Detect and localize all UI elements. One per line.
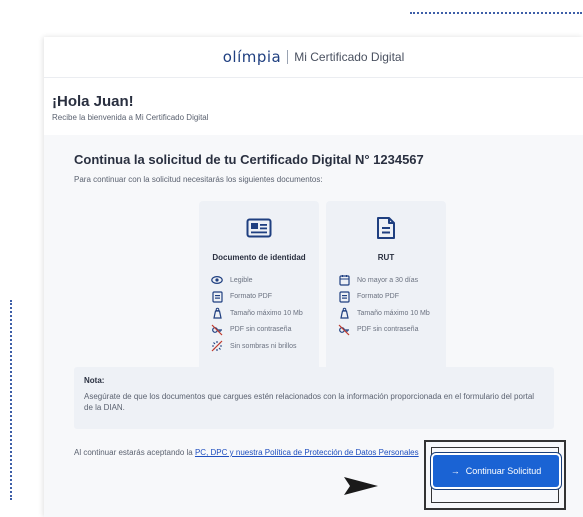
requirement-label: No mayor a 30 días [357,276,419,284]
requirement-item: Sin sombras ni brillos [211,338,319,355]
greeting-title: ¡Hola Juan! [52,93,134,110]
requirement-label: Tamaño máximo 10 Mb [357,309,430,317]
terms-text: Al continuar estarás aceptando la PC, DP… [74,448,419,457]
requirement-item: Legible [211,272,319,289]
terms-prefix: Al continuar estarás aceptando la [74,448,195,457]
requirement-label: PDF sin contraseña [357,326,419,334]
requirements-list: Legible Formato PDF Tamaño máximo 10 Mb … [211,272,319,355]
requirement-label: Formato PDF [357,293,400,301]
document-title: Documento de identidad [212,253,306,262]
continue-request-button[interactable]: → Continuar Solicitud [433,455,559,487]
requirement-item: Formato PDF [338,289,446,306]
requirement-item: PDF sin contraseña [211,322,319,339]
requirement-item: Formato PDF [211,289,319,306]
id-card-icon [244,213,274,243]
no-glare-icon [211,340,223,352]
brand-separator [287,50,289,64]
note-title: Nota: [84,376,105,385]
continue-request-label: Continuar Solicitud [465,466,542,476]
requirement-item: No mayor a 30 días [338,272,446,289]
requirement-label: Sin sombras ni brillos [230,342,297,350]
calendar-icon [338,274,350,286]
pointer-arrow-icon [340,475,385,502]
brand: olímpia Mi Certificado Digital [223,48,405,66]
main-card: olímpia Mi Certificado Digital ¡Hola Jua… [44,37,583,517]
requirement-label: Formato PDF [230,293,273,301]
request-title: Continua la solicitud de tu Certificado … [74,152,424,167]
note-box: Nota: Asegúrate de que los documentos qu… [74,367,554,429]
arrow-right-icon: → [450,466,460,476]
requirement-label: Tamaño máximo 10 Mb [230,309,303,317]
eye-icon [211,274,223,286]
pdf-file-icon [338,291,350,303]
header: olímpia Mi Certificado Digital [44,37,583,78]
requirement-item: PDF sin contraseña [338,322,446,339]
note-text: Asegúrate de que los documentos que carg… [84,392,535,412]
requirement-item: Tamaño máximo 10 Mb [338,305,446,322]
requirement-label: PDF sin contraseña [230,326,292,334]
document-title: RUT [377,253,395,262]
privacy-policy-link[interactable]: PC, DPC y nuestra Política de Protección… [195,448,419,457]
brand-logo: olímpia [222,48,282,66]
decorative-dots-left [10,300,12,500]
requirement-label: Legible [230,276,253,284]
document-icon [371,213,401,243]
weight-icon [338,307,350,319]
requirements-list: No mayor a 30 días Formato PDF Tamaño má… [338,272,446,338]
requirement-item: Tamaño máximo 10 Mb [211,305,319,322]
request-subtitle: Para continuar con la solicitud necesita… [74,175,323,184]
greeting-subtitle: Recibe la bienvenida a Mi Certificado Di… [52,113,209,122]
decorative-dots-top [410,12,582,14]
no-key-icon [211,324,223,336]
product-name: Mi Certificado Digital [294,50,405,64]
weight-icon [211,307,223,319]
pdf-file-icon [211,291,223,303]
no-key-icon [338,324,350,336]
